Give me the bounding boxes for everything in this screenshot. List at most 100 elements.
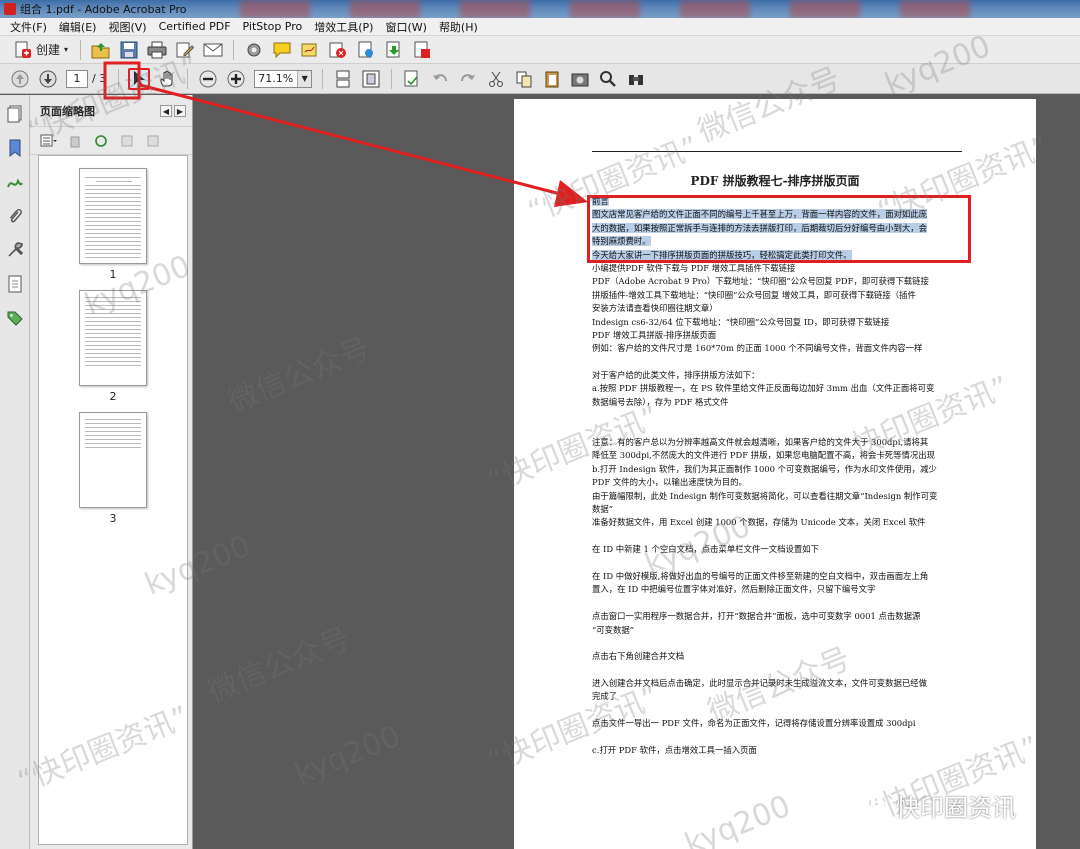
extract-pages-button[interactable]: [118, 133, 136, 149]
line-text: Indesign cs6-32/64 位下载地址：“快印圈”公众号回复 ID，即…: [592, 316, 890, 327]
security-icon: [329, 42, 347, 58]
document-body[interactable]: 前言 图文店常见客户给的文件正面不同的编号上千甚至上万，背面一样内容的文件，面对如…: [592, 195, 966, 757]
print-icon: [147, 41, 167, 58]
paste-button[interactable]: [541, 68, 563, 90]
document-line: “可变数据”: [592, 624, 966, 637]
save-button[interactable]: [118, 39, 140, 61]
search-icon: [600, 70, 617, 87]
delete-pages-button[interactable]: [66, 133, 84, 149]
page-thumbnail-2[interactable]: [79, 290, 147, 386]
document-line: 降低至 300dpi,不然庞大的文件进行 PDF 拼版，如果您电脑配置不高，将会…: [592, 449, 966, 462]
zoom-in-button[interactable]: [225, 68, 247, 90]
header-rule: [592, 151, 962, 152]
menu-edit[interactable]: 编辑(E): [53, 19, 103, 35]
advanced-search-button[interactable]: [625, 68, 647, 90]
line-text: PDF（Adobe Acrobat 9 Pro）下载地址：“快印圈”公众号回复 …: [592, 276, 929, 287]
scroll-mode-icon: [336, 70, 350, 87]
tags-tab[interactable]: [4, 307, 26, 329]
zoom-level-select[interactable]: 71.1% ▼: [254, 69, 313, 88]
edit-button[interactable]: [174, 39, 196, 61]
pdf-page[interactable]: PDF 拼版教程七-排序拼版页面 前言 图文店常见客户给的文件正面不同的编号上千甚…: [514, 99, 1036, 849]
tools-tab[interactable]: [4, 239, 26, 261]
sign-button[interactable]: [299, 39, 321, 61]
rotate-pages-button[interactable]: [92, 133, 110, 149]
export-icon: [386, 41, 400, 57]
collapse-panel-button[interactable]: ◀: [160, 105, 172, 117]
cut-button[interactable]: [485, 68, 507, 90]
zoom-out-button[interactable]: [197, 68, 219, 90]
menu-file[interactable]: 文件(F): [4, 19, 53, 35]
attachments-tab[interactable]: [4, 205, 26, 227]
signatures-tab[interactable]: [4, 171, 26, 193]
next-page-button[interactable]: [37, 68, 59, 90]
search-button[interactable]: [597, 68, 619, 90]
options-menu-button[interactable]: [40, 133, 58, 149]
undo-icon: [433, 73, 448, 81]
options-icon: [40, 134, 57, 146]
expand-panel-button[interactable]: ▶: [174, 105, 186, 117]
line-text: 进入创建合并文档后点击确定，此时显示合并记录时未生成溢流文本，文件可变数据已经做: [592, 678, 927, 689]
menu-pitstop-pro[interactable]: PitStop Pro: [237, 20, 309, 33]
document-line: PDF（Adobe Acrobat 9 Pro）下载地址：“快印圈”公众号回复 …: [592, 275, 966, 288]
page-thumbnail-1[interactable]: [79, 168, 147, 264]
menu-plugins[interactable]: 增效工具(P): [308, 19, 379, 35]
line-text: “可变数据”: [592, 624, 635, 635]
mail-button[interactable]: [202, 39, 224, 61]
document-line: 拼版插件-增效工具下载地址：“快印圈”公众号回复 增效工具，即可获得下载链接（插…: [592, 289, 966, 302]
open-button[interactable]: [90, 39, 112, 61]
page-number-input[interactable]: 1: [66, 69, 88, 88]
create-icon: [15, 41, 31, 58]
security-button[interactable]: [327, 39, 349, 61]
scroll-mode-button[interactable]: [332, 68, 354, 90]
zoom-level-value: 71.1%: [258, 72, 294, 85]
menu-window[interactable]: 窗口(W): [379, 19, 432, 35]
toolbar-divider: [322, 68, 324, 89]
snapshot-button[interactable]: [569, 68, 591, 90]
bookmarks-tab[interactable]: [4, 137, 26, 159]
select-tool-button[interactable]: [128, 67, 151, 90]
line-text: b.打开 Indesign 软件，我们为其正面制作 1000 个可变数据编号，作…: [592, 463, 937, 474]
panel-controls: ◀ ▶: [160, 105, 186, 117]
copy-button[interactable]: [513, 68, 535, 90]
document-line: 对于客户给的此类文件，排序拼版方法如下：: [592, 369, 966, 382]
settings-button[interactable]: [243, 39, 265, 61]
fit-page-button[interactable]: [360, 68, 382, 90]
page-thumbnails-tab[interactable]: [4, 103, 26, 125]
binoculars-icon: [629, 74, 644, 85]
redo-button[interactable]: [457, 68, 479, 90]
title-bar: 组合 1.pdf - Adobe Acrobat Pro: [0, 0, 1080, 18]
undo-button[interactable]: [429, 68, 451, 90]
document-line: 完成了: [592, 690, 966, 703]
comment-button[interactable]: [271, 39, 293, 61]
menu-view[interactable]: 视图(V): [102, 19, 152, 35]
document-icon: [358, 41, 374, 57]
content-tab[interactable]: [4, 273, 26, 295]
page-thumbnail-3[interactable]: [79, 412, 147, 508]
line-text: 点击右下角创建合并文档: [592, 651, 685, 662]
document-line: 安装方法请查看快印圈往期文章）: [592, 302, 966, 315]
hand-tool-button[interactable]: [156, 68, 178, 90]
menu-help[interactable]: 帮助(H): [433, 19, 484, 35]
panel-header: 页面缩略图 ◀ ▶: [30, 95, 192, 127]
menu-certified-pdf[interactable]: Certified PDF: [153, 20, 237, 33]
document-viewer[interactable]: PDF 拼版教程七-排序拼版页面 前言 图文店常见客户给的文件正面不同的编号上千甚…: [194, 95, 1080, 849]
save-icon: [120, 41, 138, 58]
export-button[interactable]: [383, 39, 405, 61]
line-text: c.打开 PDF 软件，点击增效工具一插入页面: [592, 745, 757, 756]
chevron-down-icon[interactable]: ▼: [297, 70, 312, 87]
document-line: 点击窗口一实用程序一数据合并，打开“数据合并”面板，选中可变数字 0001 点击…: [592, 610, 966, 623]
copy-icon: [516, 71, 532, 87]
prev-page-button[interactable]: [9, 68, 31, 90]
thumbnail-label: 2: [109, 390, 117, 403]
doc-properties-button[interactable]: [355, 39, 377, 61]
blurred-background-region: [240, 0, 1080, 18]
spellcheck-button[interactable]: [401, 68, 423, 90]
stamp-button[interactable]: [411, 39, 433, 61]
paperclip-icon: [9, 209, 22, 223]
properties-button[interactable]: [144, 133, 162, 149]
print-button[interactable]: [146, 39, 168, 61]
create-button[interactable]: 创建 ▾: [8, 39, 74, 61]
